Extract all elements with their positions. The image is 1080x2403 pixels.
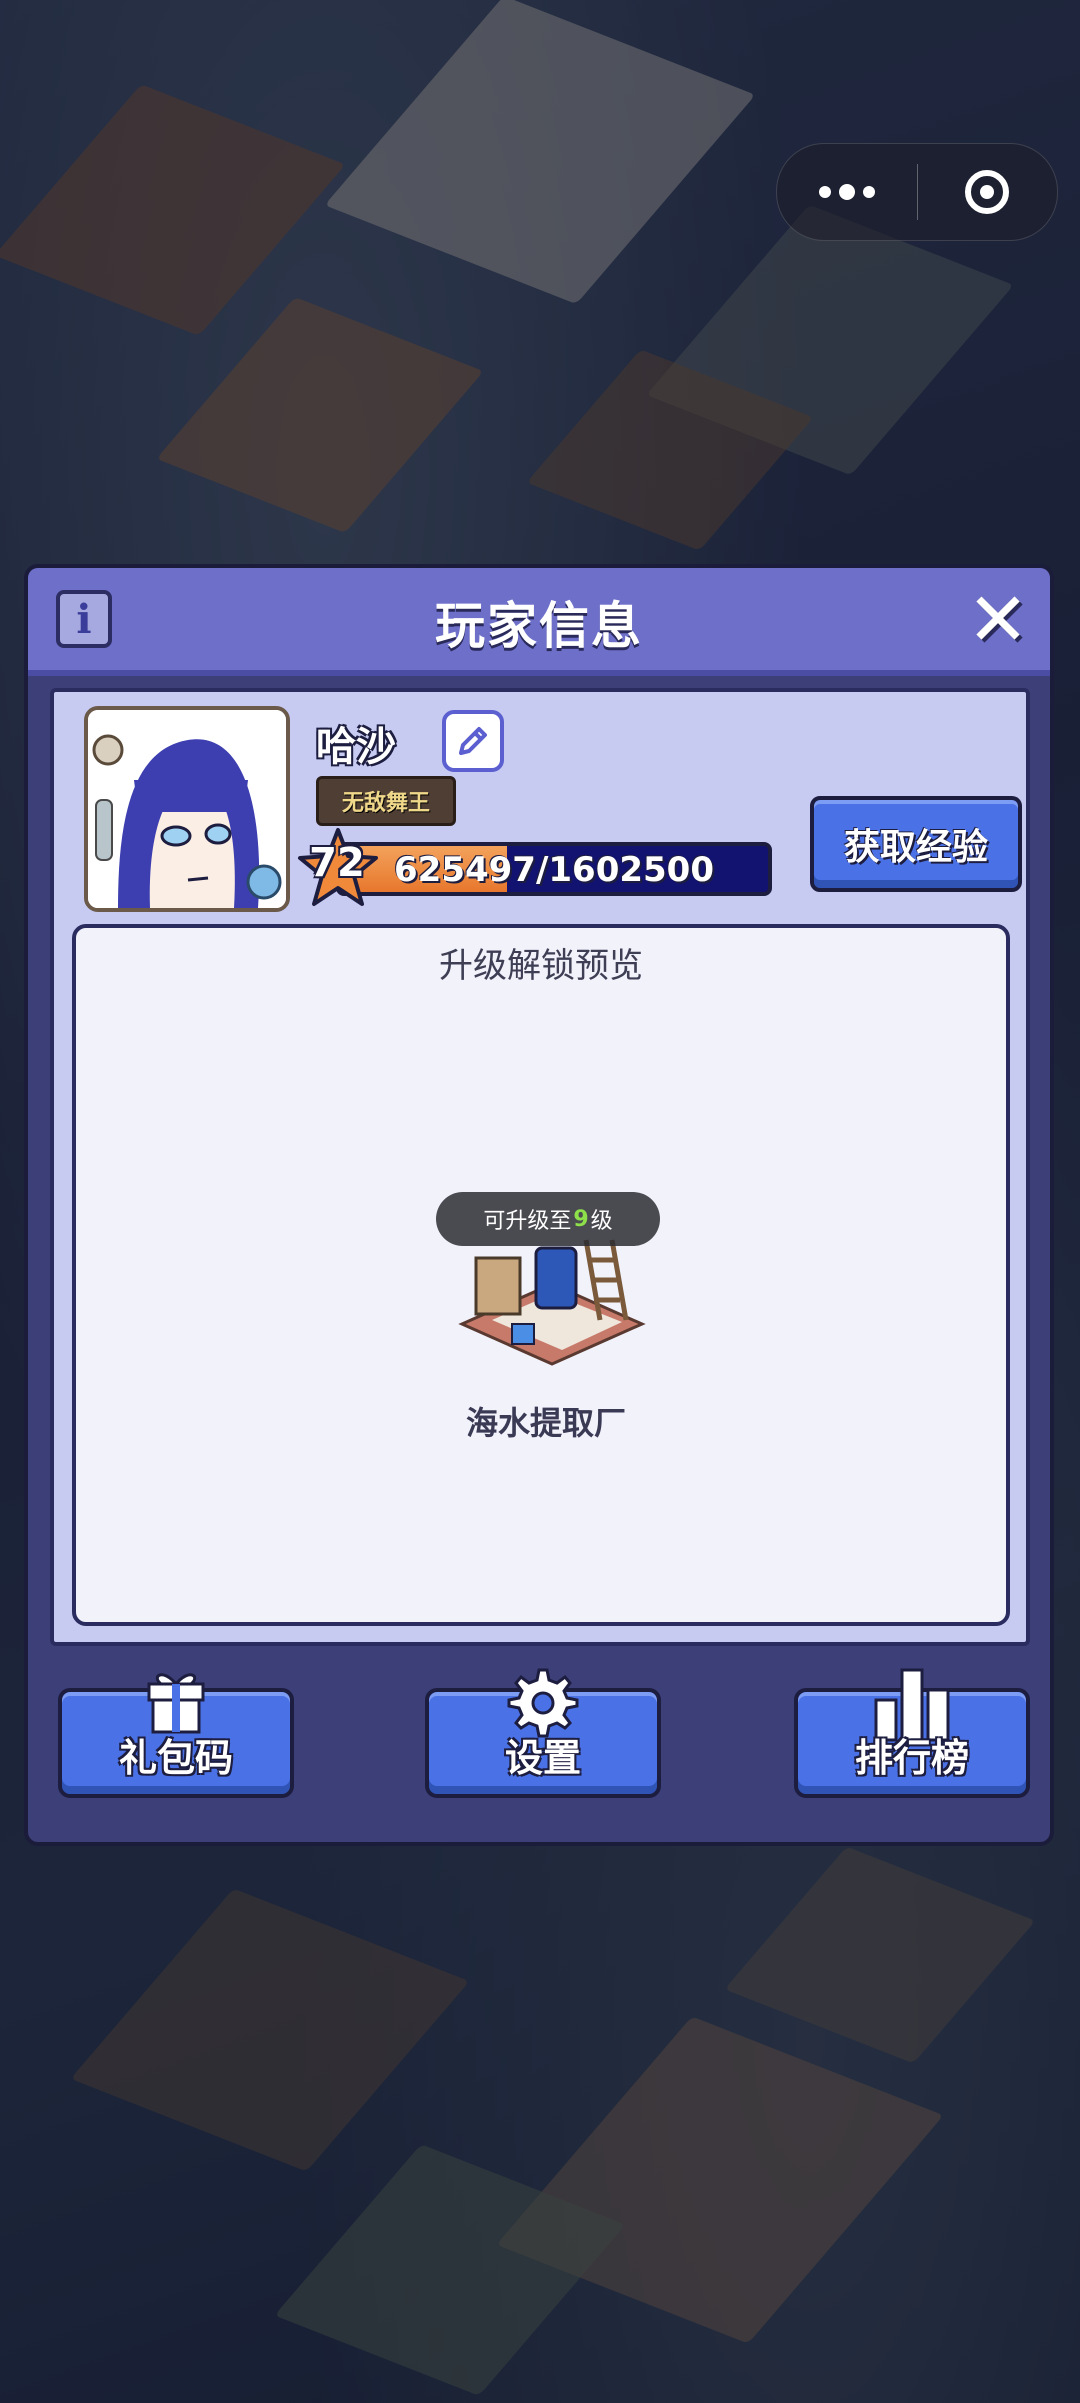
- dialog-title: 玩家信息: [435, 597, 643, 655]
- get-experience-label: 获取经验: [843, 827, 988, 868]
- upgrade-level-number: 9: [573, 1206, 589, 1232]
- dialog-header: i 玩家信息 ✕: [28, 568, 1050, 676]
- dialog-content: 哈沙 无敌舞王 625497/1602500 72 获取经验 升级解锁预览 可升…: [50, 688, 1030, 1646]
- seawater-extraction-building-image: [458, 1239, 646, 1366]
- experience-text: 625497/1602500: [394, 850, 714, 890]
- upgrade-suffix: 级: [590, 1209, 613, 1234]
- upgrade-level-tooltip: 可升级至 9 级: [436, 1192, 660, 1246]
- upgrade-prefix: 可升级至: [483, 1209, 572, 1234]
- avatar[interactable]: [84, 706, 290, 912]
- preview-title: 升级解锁预览: [439, 946, 643, 986]
- upgrade-unlock-preview: 升级解锁预览 可升级至 9 级 海水提取厂: [72, 924, 1010, 1626]
- gift-code-label: 礼包码: [118, 1736, 233, 1780]
- leaderboard-button[interactable]: 排行榜: [794, 1668, 1030, 1798]
- exit-mini-program-button[interactable]: [918, 144, 1058, 240]
- more-button[interactable]: [777, 144, 917, 240]
- gift-icon: [147, 1673, 205, 1734]
- gift-code-button[interactable]: 礼包码: [58, 1673, 294, 1798]
- title-badge-text: 无敌舞王: [341, 791, 430, 816]
- title-badge: 无敌舞王: [316, 776, 456, 826]
- get-experience-button[interactable]: 获取经验: [810, 796, 1022, 892]
- close-icon: ✕: [966, 577, 1029, 663]
- edit-icon: [459, 727, 487, 755]
- mini-program-capsule: [776, 143, 1058, 241]
- edit-name-button[interactable]: [442, 710, 504, 772]
- experience-bar: 625497/1602500: [336, 842, 772, 896]
- settings-button[interactable]: 设置: [425, 1668, 661, 1798]
- player-level: 72: [309, 840, 365, 886]
- target-icon: [965, 170, 1010, 214]
- more-dots-icon: [818, 184, 875, 200]
- close-button[interactable]: ✕: [960, 582, 1036, 658]
- settings-label: 设置: [504, 1736, 581, 1780]
- player-name: 哈沙: [316, 724, 396, 770]
- leaderboard-label: 排行榜: [854, 1736, 969, 1780]
- player-info-dialog: i 玩家信息 ✕ 哈沙 无敌舞王 625497/1602500 72 获取经验 …: [24, 564, 1054, 1846]
- building-name: 海水提取厂: [465, 1404, 626, 1442]
